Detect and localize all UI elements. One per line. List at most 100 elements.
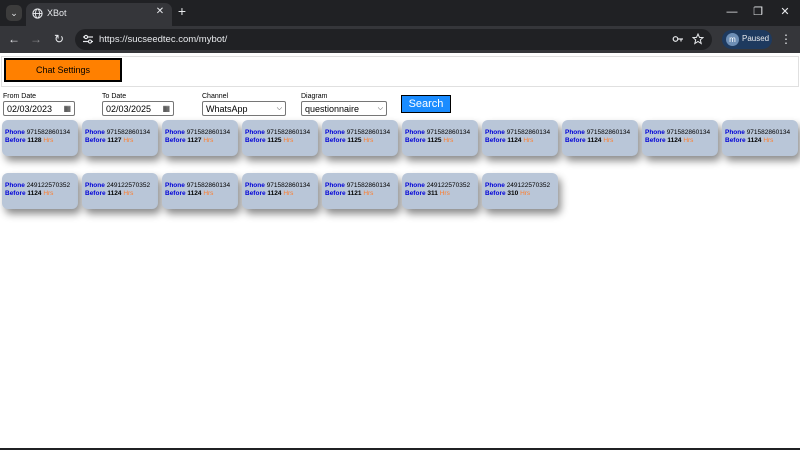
card-before-line: Before 1121 Hrs	[325, 190, 398, 198]
conversation-card[interactable]: Phone 971582860134 Before 1128 Hrs	[2, 120, 78, 156]
phone-number: 971582860134	[506, 129, 551, 136]
profile-button[interactable]: m Paused	[722, 30, 772, 49]
phone-number: 249122570352	[506, 182, 551, 189]
conversation-card[interactable]: Phone 971582860134 Before 1127 Hrs	[82, 120, 158, 156]
new-tab-plus-icon[interactable]: +	[175, 4, 189, 18]
conversation-card[interactable]: Phone 249122570352 Before 1124 Hrs	[82, 173, 158, 209]
phone-label: Phone	[5, 182, 25, 189]
diagram-select[interactable]: questionnaire ⌵	[301, 101, 387, 116]
card-phone-line: Phone 971582860134	[325, 129, 398, 137]
chevron-down-icon: ⌵	[276, 104, 282, 112]
conversation-card[interactable]: Phone 971582860134 Before 1124 Hrs	[162, 173, 238, 209]
conversation-card[interactable]: Phone 971582860134 Before 1124 Hrs	[642, 120, 718, 156]
phone-number: 971582860134	[186, 129, 231, 136]
close-tab-icon[interactable]: ✕	[154, 6, 166, 18]
phone-label: Phone	[405, 129, 425, 136]
before-hours-value: 1121	[347, 190, 362, 197]
tab-search-chevron-icon[interactable]: ⌄	[6, 5, 22, 21]
password-key-icon[interactable]	[672, 33, 684, 45]
channel-label: Channel	[202, 93, 229, 100]
forward-arrow-icon[interactable]: →	[29, 32, 43, 46]
hrs-label: Hrs	[523, 137, 534, 144]
phone-label: Phone	[325, 129, 345, 136]
phone-label: Phone	[405, 182, 425, 189]
card-before-line: Before 1124 Hrs	[565, 137, 638, 145]
conversation-card[interactable]: Phone 249122570352 Before 310 Hrs	[482, 173, 558, 209]
hrs-label: Hrs	[203, 190, 214, 197]
card-before-line: Before 310 Hrs	[485, 190, 558, 198]
conversation-card[interactable]: Phone 971582860134 Before 1124 Hrs	[242, 173, 318, 209]
phone-number: 971582860134	[346, 129, 391, 136]
before-hours-value: 1124	[107, 190, 122, 197]
card-phone-line: Phone 971582860134	[165, 182, 238, 190]
card-before-line: Before 1124 Hrs	[85, 190, 158, 198]
before-label: Before	[485, 190, 506, 197]
card-before-line: Before 1124 Hrs	[5, 190, 78, 198]
hrs-label: Hrs	[439, 190, 450, 197]
hrs-label: Hrs	[363, 190, 374, 197]
channel-select[interactable]: WhatsApp ⌵	[202, 101, 286, 116]
address-bar[interactable]: https://sucseedtec.com/mybot/	[75, 29, 712, 50]
hrs-label: Hrs	[443, 137, 454, 144]
before-label: Before	[325, 137, 346, 144]
conversation-card[interactable]: Phone 971582860134 Before 1124 Hrs	[482, 120, 558, 156]
before-hours-value: 1128	[27, 137, 42, 144]
site-settings-icon[interactable]	[82, 33, 94, 45]
card-phone-line: Phone 971582860134	[5, 129, 78, 137]
tab-xbot[interactable]: XBot ✕	[26, 3, 172, 26]
hrs-label: Hrs	[43, 190, 54, 197]
phone-label: Phone	[165, 129, 185, 136]
phone-label: Phone	[725, 129, 745, 136]
from-date-input[interactable]: 02/03/2023 ▦	[3, 101, 75, 116]
browser-toolbar: ← → ↻ https://sucseedtec.com/mybot/ m Pa…	[0, 26, 800, 53]
hrs-label: Hrs	[283, 190, 294, 197]
phone-number: 971582860134	[426, 129, 471, 136]
to-date-input[interactable]: 02/03/2025 ▦	[102, 101, 174, 116]
card-before-line: Before 1124 Hrs	[725, 137, 798, 145]
diagram-value: questionnaire	[305, 103, 360, 114]
conversation-card[interactable]: Phone 971582860134 Before 1127 Hrs	[162, 120, 238, 156]
card-before-line: Before 1124 Hrs	[485, 137, 558, 145]
conversation-card[interactable]: Phone 971582860134 Before 1124 Hrs	[722, 120, 798, 156]
channel-value: WhatsApp	[206, 103, 248, 114]
to-date-label: To Date	[102, 93, 127, 100]
to-date-filter: To Date 02/03/2025 ▦	[102, 93, 174, 116]
phone-number: 249122570352	[426, 182, 471, 189]
reload-icon[interactable]: ↻	[52, 32, 66, 46]
phone-label: Phone	[165, 182, 185, 189]
profile-status: Paused	[742, 34, 770, 43]
search-button[interactable]: Search	[401, 95, 451, 113]
phone-label: Phone	[485, 182, 505, 189]
calendar-icon[interactable]: ▦	[162, 104, 170, 113]
conversation-card[interactable]: Phone 249122570352 Before 311 Hrs	[402, 173, 478, 209]
minimize-icon[interactable]: —	[725, 5, 739, 19]
before-label: Before	[405, 190, 426, 197]
more-menu-icon[interactable]: ⋮	[780, 32, 792, 46]
before-label: Before	[725, 137, 746, 144]
conversation-card[interactable]: Phone 971582860134 Before 1124 Hrs	[562, 120, 638, 156]
before-hours-value: 311	[427, 190, 438, 197]
conversation-card[interactable]: Phone 971582860134 Before 1125 Hrs	[322, 120, 398, 156]
calendar-icon[interactable]: ▦	[63, 104, 71, 113]
before-hours-value: 1125	[267, 137, 282, 144]
phone-label: Phone	[245, 129, 265, 136]
before-label: Before	[325, 190, 346, 197]
before-hours-value: 1124	[27, 190, 42, 197]
conversation-card[interactable]: Phone 971582860134 Before 1121 Hrs	[322, 173, 398, 209]
settings-bar: Chat Settings	[1, 56, 799, 87]
window-close-icon[interactable]: ✕	[778, 5, 792, 19]
card-phone-line: Phone 971582860134	[245, 182, 318, 190]
conversation-card[interactable]: Phone 971582860134 Before 1125 Hrs	[402, 120, 478, 156]
conversation-card[interactable]: Phone 249122570352 Before 1124 Hrs	[2, 173, 78, 209]
tab-title: XBot	[47, 8, 67, 18]
before-hours-value: 1124	[587, 137, 602, 144]
chat-settings-button[interactable]: Chat Settings	[4, 58, 122, 82]
card-phone-line: Phone 971582860134	[405, 129, 478, 137]
conversation-card[interactable]: Phone 971582860134 Before 1125 Hrs	[242, 120, 318, 156]
card-before-line: Before 1124 Hrs	[245, 190, 318, 198]
restore-icon[interactable]: ❐	[751, 5, 765, 19]
before-label: Before	[165, 190, 186, 197]
bookmark-star-icon[interactable]	[692, 33, 704, 45]
channel-filter: Channel WhatsApp ⌵	[202, 93, 286, 116]
back-arrow-icon[interactable]: ←	[7, 32, 21, 46]
